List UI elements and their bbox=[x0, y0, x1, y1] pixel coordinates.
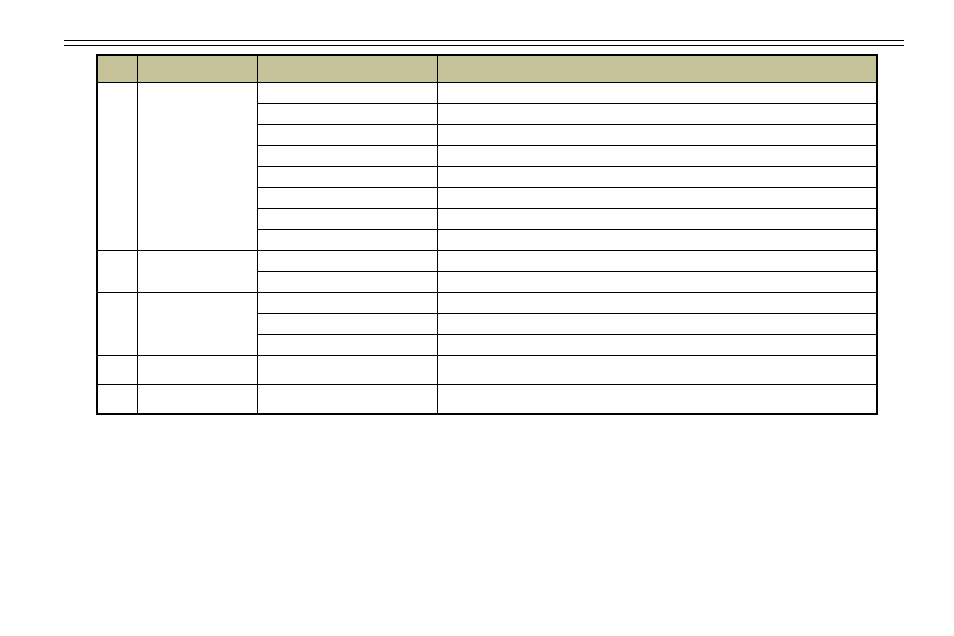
cell bbox=[437, 251, 877, 272]
table-row bbox=[97, 356, 877, 385]
cell bbox=[257, 251, 437, 272]
cell bbox=[257, 188, 437, 209]
cell bbox=[257, 272, 437, 293]
cell bbox=[437, 104, 877, 125]
table-row bbox=[97, 293, 877, 314]
cell bbox=[437, 356, 877, 385]
cell bbox=[97, 356, 137, 385]
document-table bbox=[96, 54, 878, 415]
table-header-row bbox=[97, 55, 877, 83]
cell bbox=[257, 104, 437, 125]
cell bbox=[97, 293, 137, 356]
cell bbox=[437, 167, 877, 188]
cell bbox=[437, 293, 877, 314]
cell bbox=[137, 385, 257, 415]
table-header bbox=[257, 55, 437, 83]
cell bbox=[257, 314, 437, 335]
cell bbox=[437, 272, 877, 293]
cell bbox=[257, 146, 437, 167]
table-row bbox=[97, 251, 877, 272]
cell bbox=[257, 209, 437, 230]
table-header bbox=[97, 55, 137, 83]
cell bbox=[437, 188, 877, 209]
cell bbox=[97, 385, 137, 415]
cell bbox=[437, 335, 877, 356]
cell bbox=[437, 209, 877, 230]
cell bbox=[257, 385, 437, 415]
cell bbox=[437, 125, 877, 146]
table-row bbox=[97, 385, 877, 415]
cell bbox=[437, 385, 877, 415]
cell bbox=[437, 314, 877, 335]
cell bbox=[257, 83, 437, 104]
cell bbox=[137, 293, 257, 356]
cell bbox=[137, 251, 257, 293]
cell bbox=[257, 230, 437, 251]
cell bbox=[437, 230, 877, 251]
cell bbox=[257, 293, 437, 314]
cell bbox=[97, 83, 137, 251]
cell bbox=[257, 125, 437, 146]
cell bbox=[437, 83, 877, 104]
cell bbox=[97, 251, 137, 293]
cell bbox=[257, 335, 437, 356]
cell bbox=[137, 356, 257, 385]
table-header bbox=[137, 55, 257, 83]
cell bbox=[437, 146, 877, 167]
cell bbox=[257, 356, 437, 385]
table-row bbox=[97, 83, 877, 104]
cell bbox=[137, 83, 257, 251]
table-header bbox=[437, 55, 877, 83]
top-double-rule bbox=[64, 40, 904, 46]
cell bbox=[257, 167, 437, 188]
